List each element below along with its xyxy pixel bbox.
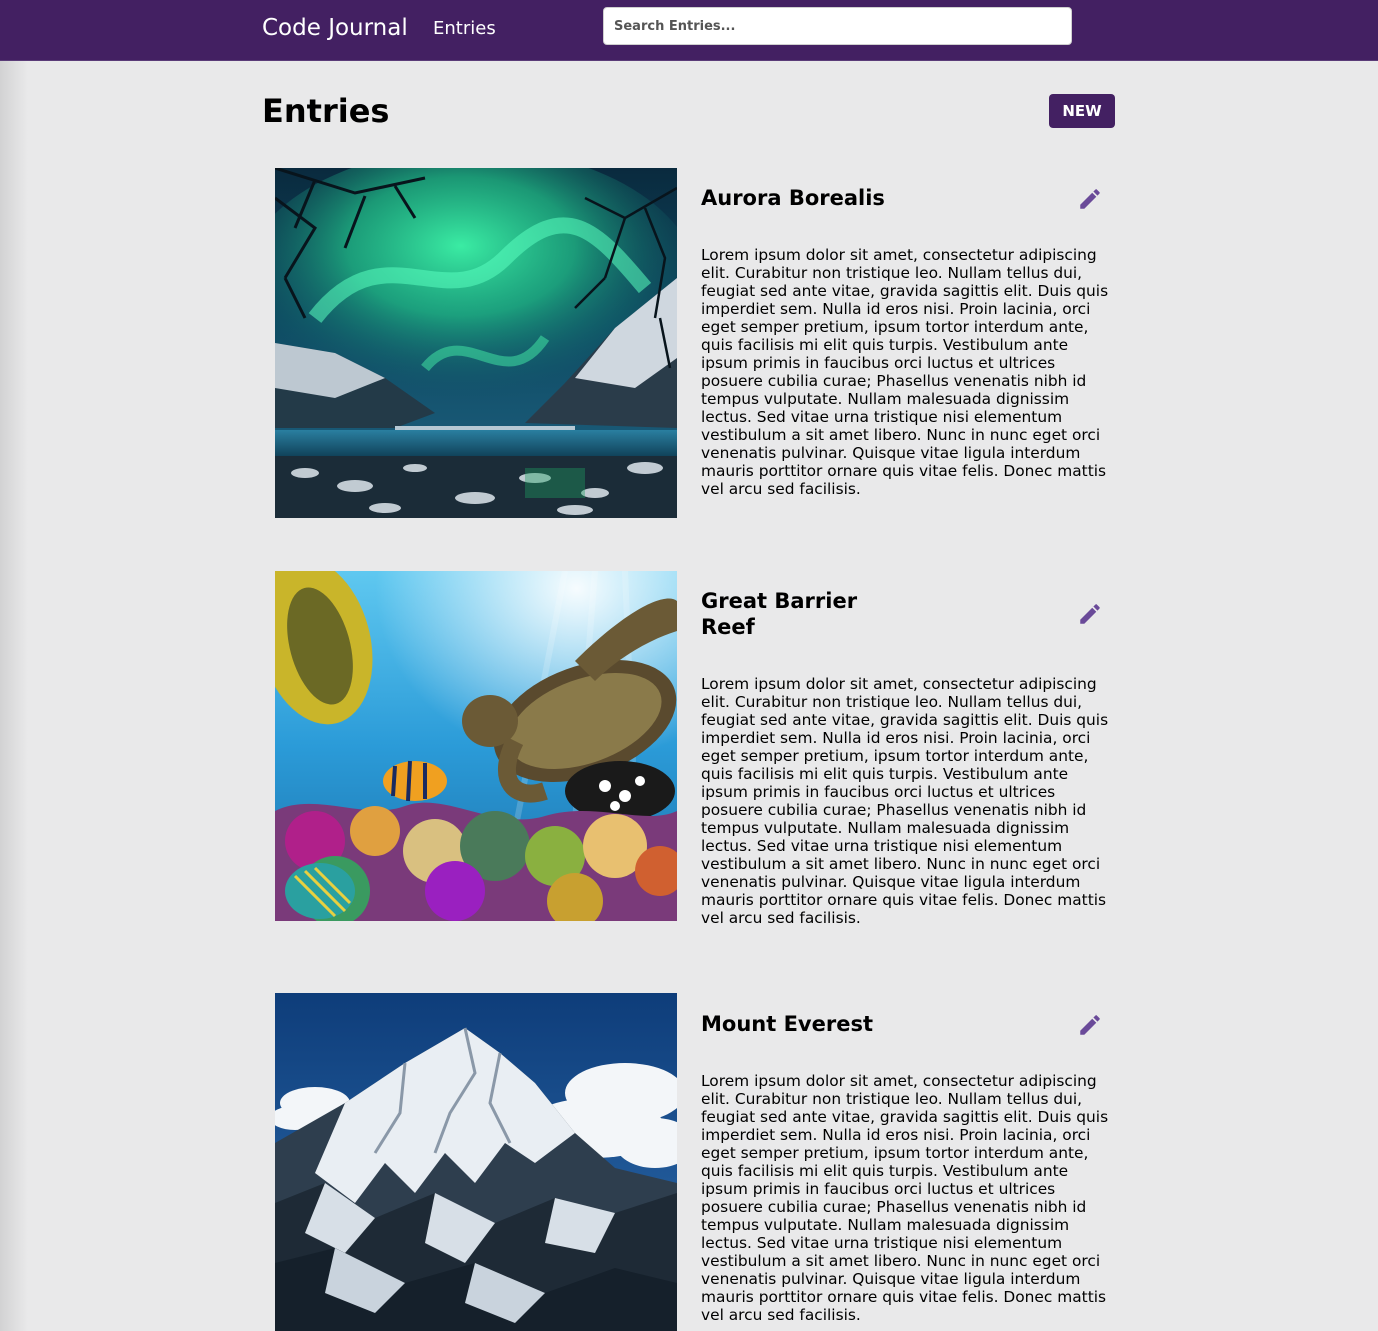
- entry-card: Great Barrier Reef Lorem ipsum dolor sit…: [275, 571, 1115, 931]
- navbar: Code Journal Entries: [0, 0, 1378, 61]
- entry-title: Aurora Borealis: [701, 186, 885, 210]
- page-title: Entries: [262, 92, 390, 130]
- new-entry-button[interactable]: NEW: [1049, 94, 1115, 128]
- entry-card: Mount Everest Lorem ipsum dolor sit amet…: [275, 993, 1115, 1331]
- entry-image: [275, 993, 677, 1331]
- entry-image: [275, 571, 677, 921]
- search-input[interactable]: [603, 7, 1072, 45]
- entry-body: Lorem ipsum dolor sit amet, consectetur …: [701, 246, 1109, 498]
- entry-title: Mount Everest: [701, 1012, 873, 1036]
- pencil-icon[interactable]: [1077, 601, 1103, 627]
- page-edge-shadow: [0, 61, 28, 1331]
- mount-everest-photo: [275, 993, 677, 1331]
- entry-title: Great Barrier Reef: [701, 589, 858, 639]
- pencil-icon[interactable]: [1077, 1012, 1103, 1038]
- entry-image: [275, 168, 677, 518]
- entry-card: Aurora Borealis Lorem ipsum dolor sit am…: [275, 168, 1115, 528]
- aurora-borealis-photo: [275, 168, 677, 518]
- entry-body: Lorem ipsum dolor sit amet, consectetur …: [701, 1072, 1109, 1324]
- entry-body: Lorem ipsum dolor sit amet, consectetur …: [701, 675, 1109, 927]
- great-barrier-reef-photo: [275, 571, 677, 921]
- pencil-icon[interactable]: [1077, 186, 1103, 212]
- nav-link-entries[interactable]: Entries: [433, 17, 496, 41]
- brand-logo[interactable]: Code Journal: [262, 13, 408, 43]
